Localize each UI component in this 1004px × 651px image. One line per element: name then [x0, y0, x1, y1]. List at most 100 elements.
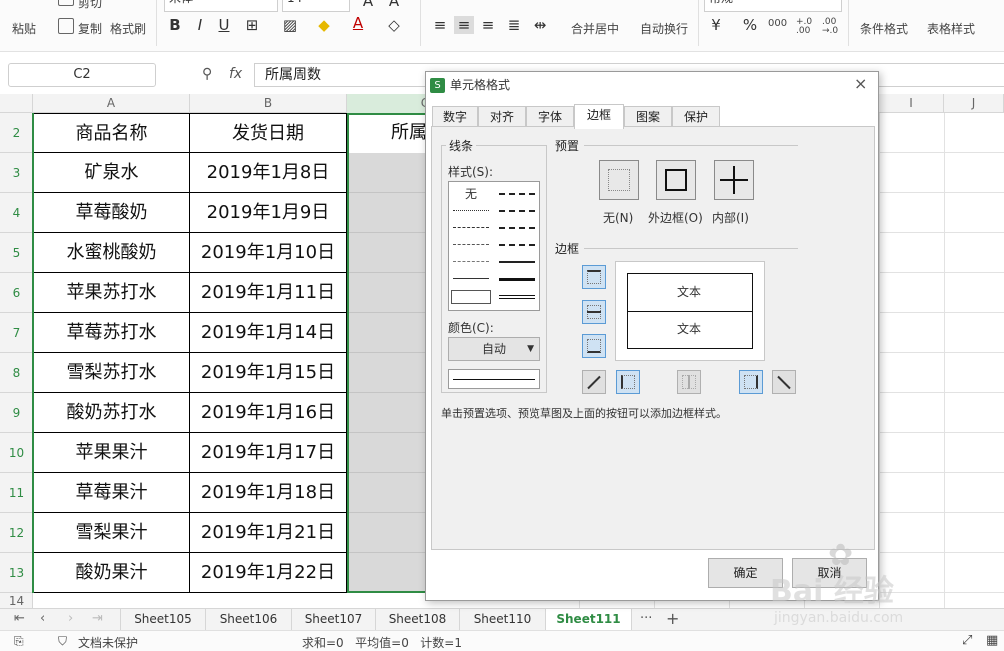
border-top-button[interactable] — [582, 265, 606, 289]
align-left-icon[interactable]: ≡ — [430, 16, 450, 34]
distributed-icon[interactable]: ⇹ — [530, 16, 550, 34]
line-style-option[interactable] — [499, 210, 535, 212]
fullscreen-icon[interactable]: ⤢ — [962, 633, 972, 648]
fx-label[interactable]: fx — [229, 66, 242, 82]
name-box[interactable]: C2 — [8, 63, 156, 87]
thousands-button[interactable]: 000 — [768, 18, 787, 29]
table-style-button[interactable]: 表格样式 — [927, 20, 975, 37]
border-center-vertical-button[interactable] — [677, 370, 701, 394]
table-cell[interactable]: 2019年1月17日 — [190, 433, 347, 473]
table-cell[interactable]: 2019年1月22日 — [190, 553, 347, 593]
line-style-option[interactable] — [453, 210, 489, 211]
number-format-select[interactable]: 常规 — [704, 0, 842, 12]
italic-button[interactable]: I — [190, 16, 210, 34]
close-icon[interactable]: × — [854, 74, 867, 93]
table-cell[interactable]: 酸奶果汁 — [33, 553, 190, 593]
border-diag-up-button[interactable] — [582, 370, 606, 394]
table-cell[interactable]: 2019年1月16日 — [190, 393, 347, 433]
decrease-decimal-button[interactable]: .00 →.0 — [822, 18, 842, 36]
row-header[interactable]: 8 — [0, 353, 33, 393]
line-style-option[interactable] — [499, 227, 535, 229]
table-cell[interactable]: 水蜜桃酸奶 — [33, 233, 190, 273]
row-header[interactable]: 2 — [0, 113, 33, 153]
cancel-button[interactable]: 取消 — [792, 558, 867, 588]
column-header[interactable]: A — [33, 94, 190, 113]
bold-button[interactable]: B — [165, 16, 185, 34]
preset-inside-button[interactable] — [714, 160, 754, 200]
table-cell[interactable]: 2019年1月8日 — [190, 153, 347, 193]
border-right-button[interactable] — [739, 370, 763, 394]
view-mode-icon[interactable]: ▦ — [986, 633, 998, 648]
sheet-tab[interactable]: Sheet110 — [460, 609, 546, 630]
row-header[interactable]: 12 — [0, 513, 33, 553]
table-cell[interactable]: 2019年1月15日 — [190, 353, 347, 393]
preset-outline-button[interactable] — [656, 160, 696, 200]
table-cell[interactable]: 2019年1月11日 — [190, 273, 347, 313]
sheet-tab[interactable]: Sheet105 — [120, 609, 206, 630]
line-style-option-selected[interactable] — [451, 290, 491, 304]
prev-sheet-icon[interactable]: ‹ — [40, 611, 45, 626]
table-cell[interactable]: 2019年1月10日 — [190, 233, 347, 273]
line-style-option[interactable] — [499, 278, 535, 281]
macro-icon[interactable]: ⎘ — [14, 634, 24, 649]
line-style-option[interactable] — [499, 244, 535, 246]
column-header[interactable]: I — [879, 94, 944, 113]
row-header[interactable]: 13 — [0, 553, 33, 593]
table-cell[interactable]: 草莓苏打水 — [33, 313, 190, 353]
table-cell[interactable]: 酸奶苏打水 — [33, 393, 190, 433]
tab-number[interactable]: 数字 — [432, 106, 478, 128]
table-cell[interactable]: 草莓酸奶 — [33, 193, 190, 233]
line-style-option[interactable] — [453, 261, 489, 262]
clear-format-icon[interactable]: ◇ — [384, 16, 404, 34]
line-style-option[interactable] — [453, 278, 489, 279]
align-center-icon[interactable]: ≡ — [454, 16, 474, 34]
cut-icon[interactable] — [58, 0, 74, 6]
row-header[interactable]: 9 — [0, 393, 33, 433]
table-header-cell[interactable]: 发货日期 — [190, 113, 347, 153]
table-cell[interactable]: 2019年1月21日 — [190, 513, 347, 553]
font-name-select[interactable]: 宋体 — [164, 0, 278, 12]
row-header[interactable]: 11 — [0, 473, 33, 513]
line-style-option[interactable] — [453, 227, 489, 228]
color-select[interactable]: 自动 ▼ — [448, 337, 540, 361]
table-cell[interactable]: 2019年1月18日 — [190, 473, 347, 513]
select-all-corner[interactable] — [0, 94, 33, 113]
table-cell[interactable]: 苹果苏打水 — [33, 273, 190, 313]
font-grow-icon[interactable]: A — [358, 0, 378, 10]
add-sheet-button[interactable]: + — [666, 609, 679, 628]
line-style-option[interactable] — [499, 193, 535, 195]
table-cell[interactable]: 2019年1月14日 — [190, 313, 347, 353]
cell-fill-icon[interactable]: ▨ — [280, 16, 300, 34]
row-header[interactable]: 7 — [0, 313, 33, 353]
table-cell[interactable]: 矿泉水 — [33, 153, 190, 193]
next-sheet-icon[interactable]: › — [68, 611, 73, 626]
paste-button[interactable]: 粘贴 — [12, 20, 36, 37]
column-header[interactable]: B — [190, 94, 347, 113]
font-shrink-icon[interactable]: A — [384, 0, 404, 10]
row-header[interactable]: 10 — [0, 433, 33, 473]
line-style-option[interactable] — [453, 244, 489, 245]
table-header-cell[interactable]: 商品名称 — [33, 113, 190, 153]
line-style-option[interactable] — [499, 295, 535, 299]
tab-font[interactable]: 字体 — [526, 106, 574, 128]
border-middle-button[interactable] — [582, 300, 606, 324]
column-header[interactable]: J — [944, 94, 1004, 113]
sheet-tab-active[interactable]: Sheet111 — [546, 609, 632, 630]
copy-icon[interactable] — [58, 18, 74, 34]
border-diag-down-button[interactable] — [772, 370, 796, 394]
table-cell[interactable]: 2019年1月9日 — [190, 193, 347, 233]
wrap-text-button[interactable]: 自动换行 — [640, 20, 688, 37]
row-header[interactable]: 4 — [0, 193, 33, 233]
sheet-tab[interactable]: Sheet107 — [292, 609, 376, 630]
format-painter-button[interactable]: 格式刷 — [110, 20, 146, 37]
copy-button[interactable]: 复制 — [78, 20, 102, 37]
border-left-button[interactable] — [616, 370, 640, 394]
line-style-list[interactable]: 无 — [448, 181, 540, 311]
row-header[interactable]: 6 — [0, 273, 33, 313]
font-size-select[interactable]: 14 — [282, 0, 350, 12]
increase-decimal-button[interactable]: +.0 .00 — [796, 18, 816, 36]
fill-color-icon[interactable]: ◆ — [314, 16, 334, 34]
border-preview[interactable]: 文本 文本 — [615, 261, 765, 361]
preset-none-button[interactable] — [599, 160, 639, 200]
table-cell[interactable]: 雪梨果汁 — [33, 513, 190, 553]
